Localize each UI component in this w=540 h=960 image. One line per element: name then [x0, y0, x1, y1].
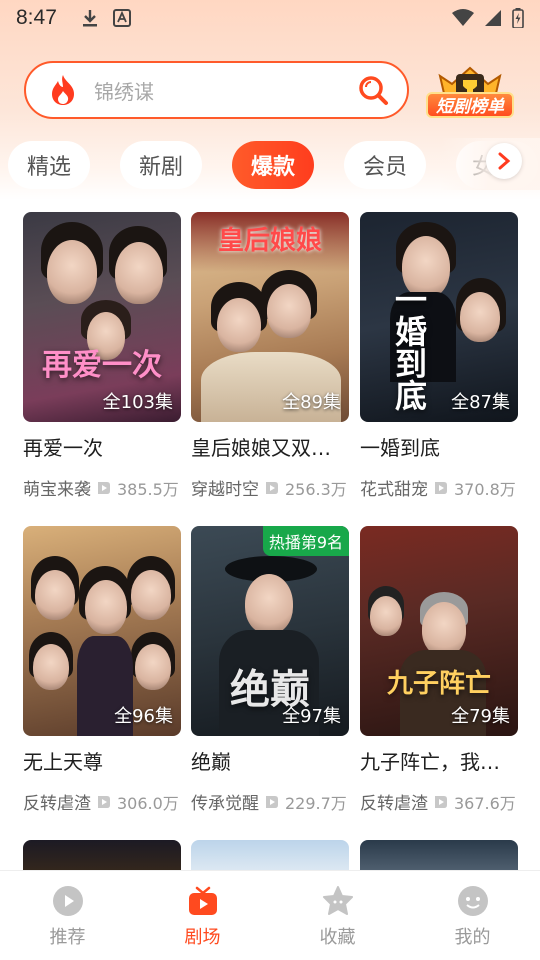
view-count-icon	[266, 481, 278, 494]
nav-profile[interactable]: 我的	[405, 871, 540, 960]
episode-count: 全89集	[282, 392, 341, 413]
episode-count: 全103集	[102, 392, 173, 413]
poster[interactable]: 再爱一次 全103集	[23, 212, 181, 422]
nav-label: 收藏	[319, 927, 356, 948]
nav-label: 推荐	[49, 927, 86, 948]
card-meta: 反转虐渣 367.6万	[360, 789, 518, 815]
drama-card[interactable]: 绝巅 热播第9名 全97集 绝巅 传承觉醒 229.7万	[191, 526, 349, 814]
drama-title[interactable]: 一婚到底	[360, 432, 518, 461]
drama-title[interactable]: 九子阵亡，我背…	[360, 746, 518, 775]
tab-selected[interactable]: 精选	[8, 141, 90, 189]
view-count: 306.0万	[117, 793, 179, 813]
view-count-icon	[266, 795, 278, 808]
episode-count: 全96集	[114, 706, 173, 727]
tab-hot[interactable]: 爆款	[232, 141, 314, 189]
tab-new[interactable]: 新剧	[120, 141, 202, 189]
drama-card[interactable]: 全96集 无上天尊 反转虐渣 306.0万	[23, 526, 181, 814]
poster[interactable]: 九子阵亡 全79集	[360, 526, 518, 736]
genre-tag: 传承觉醒	[191, 794, 259, 814]
view-count: 385.5万	[117, 479, 179, 499]
drama-card[interactable]: 再爱一次 全103集 再爱一次 萌宝来袭 385.5万	[23, 212, 181, 500]
drama-card[interactable]: 一婚到底 全87集 一婚到底 花式甜宠 370.8万	[360, 212, 518, 500]
card-meta: 花式甜宠 370.8万	[360, 475, 518, 501]
episode-count: 全97集	[282, 706, 341, 727]
view-count-icon	[435, 795, 447, 808]
poster-title: 一婚到底	[390, 283, 428, 411]
hot-rank-badge: 热播第9名	[262, 526, 349, 556]
status-time: 8:47	[16, 6, 57, 29]
view-count: 256.3万	[285, 479, 347, 499]
card-meta: 穿越时空 256.3万	[191, 475, 349, 501]
view-count: 229.7万	[285, 793, 347, 813]
nav-theater[interactable]: 剧场	[135, 871, 270, 960]
search-icon[interactable]	[357, 74, 389, 106]
nav-label: 我的	[454, 927, 491, 948]
nav-label: 剧场	[184, 927, 221, 948]
drama-card[interactable]: 皇后娘娘 全89集 皇后娘娘又双胎… 穿越时空 256.3万	[191, 212, 349, 500]
poster-title: 九子阵亡	[386, 668, 491, 699]
battery-icon	[512, 8, 524, 28]
search-bar[interactable]: 锦绣谋	[24, 61, 409, 119]
rank-list-button[interactable]: 短剧榜单	[426, 92, 514, 118]
search-input[interactable]: 锦绣谋	[94, 76, 357, 105]
poster[interactable]: 全96集	[23, 526, 181, 736]
download-icon	[82, 10, 97, 27]
star-face-icon	[322, 886, 353, 915]
more-tabs-button[interactable]	[486, 143, 522, 179]
poster[interactable]: 皇后娘娘 全89集	[191, 212, 349, 422]
signal-icon	[485, 10, 501, 26]
genre-tag: 反转虐渣	[360, 794, 428, 814]
episode-count: 全79集	[451, 706, 510, 727]
tv-icon	[188, 886, 217, 915]
episode-count: 全87集	[451, 392, 510, 413]
poster-title: 皇后娘娘	[217, 225, 322, 256]
nav-favorites[interactable]: 收藏	[270, 871, 405, 960]
genre-tag: 萌宝来袭	[23, 480, 91, 500]
profile-face-icon	[457, 886, 488, 916]
wifi-icon	[452, 9, 474, 26]
drama-title[interactable]: 绝巅	[191, 746, 349, 775]
flame-icon	[52, 75, 74, 105]
genre-tag: 花式甜宠	[360, 480, 428, 500]
tab-vip[interactable]: 会员	[344, 141, 426, 189]
card-meta: 反转虐渣 306.0万	[23, 789, 181, 815]
view-count-icon	[435, 481, 447, 494]
poster[interactable]: 绝巅 热播第9名 全97集	[191, 526, 349, 736]
view-count-icon	[98, 481, 110, 494]
nav-recommend[interactable]: 推荐	[0, 871, 135, 960]
card-meta: 传承觉醒 229.7万	[191, 789, 349, 815]
status-bar: 8:47	[0, 0, 540, 36]
drama-title[interactable]: 再爱一次	[23, 432, 181, 461]
card-meta: 萌宝来袭 385.5万	[23, 475, 181, 501]
view-count-icon	[98, 795, 110, 808]
bottom-nav: 推荐 剧场 收藏 我的	[0, 870, 540, 960]
poster[interactable]: 一婚到底 全87集	[360, 212, 518, 422]
drama-title[interactable]: 皇后娘娘又双胎…	[191, 432, 349, 461]
drama-title[interactable]: 无上天尊	[23, 746, 181, 775]
notification-app-icon	[112, 9, 131, 27]
chevron-right-icon	[498, 152, 511, 170]
view-count: 370.8万	[454, 479, 516, 499]
view-count: 367.6万	[454, 793, 516, 813]
genre-tag: 穿越时空	[191, 480, 259, 500]
genre-tag: 反转虐渣	[23, 794, 91, 814]
play-circle-icon	[52, 886, 83, 916]
drama-card[interactable]: 九子阵亡 全79集 九子阵亡，我背… 反转虐渣 367.6万	[360, 526, 518, 814]
